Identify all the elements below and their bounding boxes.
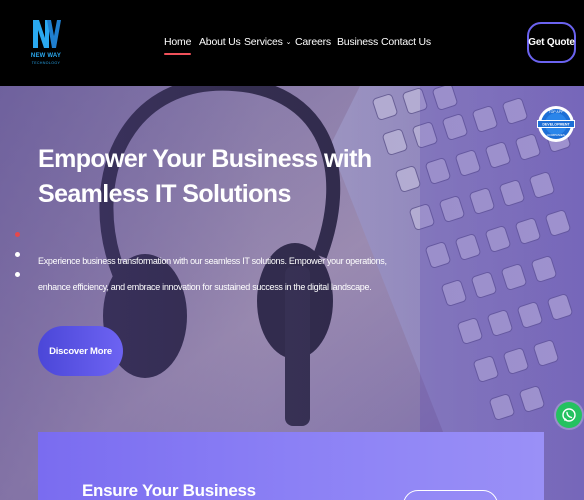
whatsapp-chat-button[interactable] — [556, 402, 582, 428]
feature-card: Ensure Your Business — [38, 432, 544, 500]
card-title: Ensure Your Business — [82, 481, 256, 500]
hero-title-line1: Empower Your Business with — [38, 145, 372, 173]
hero-description: Experience business transformation with … — [38, 248, 387, 300]
hero-desc-line2: enhance efficiency, and embrace innovati… — [38, 282, 372, 292]
nav-services[interactable]: Services ⌄ — [244, 36, 292, 48]
get-quote-button[interactable]: Get Quote — [527, 22, 576, 63]
hero-title: Empower Your Business with Seamless IT S… — [38, 142, 372, 212]
discover-more-button[interactable]: Discover More — [38, 326, 123, 376]
award-badge-icon: TOP APP DEVELOPMENT COMPANIES — [537, 106, 575, 142]
nav-careers[interactable]: Careers — [295, 36, 331, 48]
hero-desc-line1: Experience business transformation with … — [38, 256, 387, 266]
badge-line3: COMPANIES — [547, 133, 565, 137]
slider-dot-2[interactable] — [15, 252, 20, 257]
nav-business[interactable]: Business — [337, 36, 378, 48]
hero-title-line2: Seamless IT Solutions — [38, 180, 291, 208]
site-logo[interactable]: NEW WAY TECHNOLOGY — [30, 16, 62, 68]
site-header: NEW WAY TECHNOLOGY Home About Us Service… — [0, 0, 584, 86]
logo-tagline: TECHNOLOGY — [31, 61, 61, 65]
slider-dot-3[interactable] — [15, 272, 20, 277]
nav-contact-us[interactable]: Contact Us — [381, 36, 431, 48]
badge-line2: DEVELOPMENT — [542, 123, 570, 127]
logo-text: NEW WAY — [30, 53, 62, 59]
whatsapp-icon — [562, 408, 576, 422]
logo-mark-icon — [33, 20, 61, 48]
nav-home[interactable]: Home — [164, 36, 192, 55]
card-action-button[interactable] — [403, 490, 498, 500]
badge-line1: TOP APP — [549, 110, 565, 114]
slider-dot-1[interactable] — [15, 232, 20, 237]
chevron-down-icon: ⌄ — [285, 39, 292, 46]
nav-about-us[interactable]: About Us — [199, 36, 241, 48]
nav-services-label: Services — [244, 36, 283, 48]
hero-section: Empower Your Business with Seamless IT S… — [0, 86, 584, 500]
